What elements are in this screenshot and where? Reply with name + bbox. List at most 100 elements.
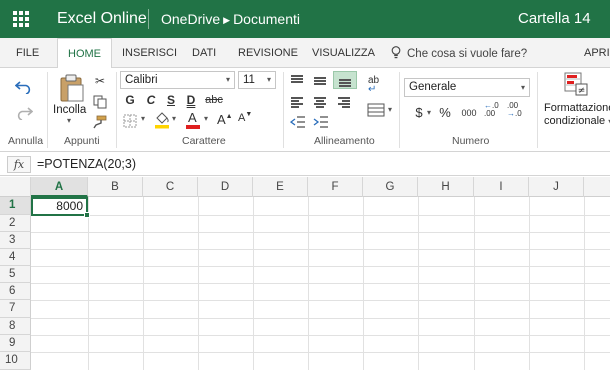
row-header-9[interactable]: 9 [0, 335, 31, 352]
breadcrumb-documenti[interactable]: Documenti [233, 11, 300, 27]
format-painter-icon[interactable] [93, 115, 107, 129]
document-title[interactable]: Cartella 14 [518, 10, 591, 27]
cut-icon[interactable]: ✂ [91, 72, 109, 90]
decrease-decimal-icon[interactable]: .00 →.0 [507, 102, 522, 118]
group-label-allineamento: Allineamento [314, 135, 375, 147]
increase-indent-icon[interactable] [313, 116, 329, 128]
wrap-text-icon[interactable]: ab ↵ [368, 76, 379, 95]
chevron-down-icon: ▾ [225, 75, 230, 84]
align-middle-button[interactable] [312, 74, 328, 88]
paste-dropdown-icon: ▾ [67, 116, 72, 125]
gridline [143, 197, 144, 370]
column-header-j[interactable]: J [529, 177, 584, 197]
paste-label: Incolla [53, 104, 87, 116]
column-header-d[interactable]: D [198, 177, 253, 197]
strikethrough-button[interactable]: abc [203, 91, 225, 109]
comma-style-button[interactable]: 000 [458, 104, 480, 122]
borders-icon[interactable] [123, 114, 137, 128]
column-header-h[interactable]: H [418, 177, 474, 197]
align-center-button[interactable] [312, 96, 328, 110]
cell-a1[interactable]: 8000 [31, 197, 88, 216]
svg-text:≠: ≠ [578, 86, 586, 96]
formula-input[interactable]: =POTENZA(20;3) [37, 157, 136, 171]
row-header-8[interactable]: 8 [0, 318, 31, 335]
gridline [363, 197, 364, 370]
double-underline-button[interactable]: D [182, 91, 200, 109]
tab-home[interactable]: HOME [57, 38, 112, 69]
currency-button[interactable]: $ [410, 104, 428, 122]
app-launcher-icon[interactable] [13, 11, 29, 27]
merge-icon[interactable] [367, 103, 385, 117]
number-format-select[interactable]: Generale ▾ [404, 78, 530, 97]
align-right-button[interactable] [336, 96, 352, 110]
increase-decimal-icon[interactable]: ←.0.00 [484, 102, 499, 118]
tab-file[interactable]: FILE [16, 38, 39, 68]
tab-visualizza[interactable]: VISUALIZZA [312, 38, 375, 68]
gridline [198, 197, 199, 370]
gridline [31, 300, 610, 301]
fill-handle[interactable] [84, 212, 90, 218]
spreadsheet-grid: A B C D E F G H I J 1 2 3 4 5 6 7 8 9 10… [0, 177, 610, 370]
tab-revisione[interactable]: REVISIONE [238, 38, 298, 68]
gridline [31, 335, 610, 336]
paste-button[interactable]: Incolla ▾ [53, 72, 89, 125]
row-header-6[interactable]: 6 [0, 283, 31, 300]
row-header-2[interactable]: 2 [0, 215, 31, 232]
row-header-7[interactable]: 7 [0, 300, 31, 318]
undo-icon[interactable] [15, 78, 33, 94]
fill-color-icon[interactable] [154, 112, 170, 129]
row-header-1[interactable]: 1 [0, 197, 31, 215]
grow-font-letter: A [217, 112, 226, 127]
row-header-4[interactable]: 4 [0, 249, 31, 266]
font-size-value: 11 [243, 74, 255, 86]
shrink-font-button[interactable]: A▼ [238, 111, 254, 128]
column-header-f[interactable]: F [308, 177, 363, 197]
group-label-annulla: Annulla [8, 135, 44, 147]
percent-button[interactable]: % [436, 104, 454, 122]
grow-font-button[interactable]: A▲ [217, 112, 233, 128]
underline-button[interactable]: S [162, 91, 180, 109]
column-header-e[interactable]: E [253, 177, 308, 197]
redo-icon[interactable] [15, 104, 33, 120]
breadcrumb: OneDrive ▶ Documenti [161, 11, 300, 27]
gridline [474, 197, 475, 370]
column-header-i[interactable]: I [474, 177, 529, 197]
row-header-10[interactable]: 10 [0, 352, 31, 370]
tab-apri[interactable]: APRI [584, 38, 610, 68]
column-header-c[interactable]: C [143, 177, 198, 197]
align-bottom-button[interactable] [333, 71, 357, 89]
breadcrumb-onedrive[interactable]: OneDrive [161, 11, 220, 27]
shrink-arrow-icon: ▼ [245, 111, 253, 118]
bold-button[interactable]: G [121, 91, 139, 109]
conditional-formatting-label-line2: condizionale ▾ [544, 115, 610, 127]
copy-icon[interactable] [93, 95, 107, 109]
column-header-a[interactable]: A [31, 177, 88, 197]
group-divider [116, 72, 117, 148]
decrease-indent-icon[interactable] [290, 116, 306, 128]
font-color-button[interactable]: A [186, 110, 202, 130]
font-size-select[interactable]: 11 ▾ [238, 71, 276, 89]
tab-dati[interactable]: DATI [192, 38, 216, 68]
align-top-button[interactable] [289, 74, 305, 88]
font-name-select[interactable]: Calibri ▾ [120, 71, 235, 89]
borders-dropdown-icon[interactable]: ▾ [141, 114, 145, 123]
conditional-formatting-button[interactable]: ≠ Formattazione condizionale ▾ [542, 72, 610, 132]
select-all-corner[interactable] [0, 177, 31, 197]
breadcrumb-separator-icon: ▶ [223, 15, 231, 25]
currency-dropdown-icon[interactable]: ▾ [427, 108, 431, 117]
tell-me-search[interactable]: Che cosa si vuole fare? [391, 46, 527, 60]
row-header-5[interactable]: 5 [0, 266, 31, 283]
column-header-k[interactable] [584, 177, 610, 197]
fill-color-dropdown-icon[interactable]: ▾ [172, 114, 176, 123]
insert-function-button[interactable]: fx [7, 156, 31, 173]
font-color-dropdown-icon[interactable]: ▾ [204, 114, 208, 123]
column-header-g[interactable]: G [363, 177, 418, 197]
tab-inserisci[interactable]: INSERISCI [122, 38, 177, 68]
group-label-numero: Numero [452, 135, 490, 147]
align-left-button[interactable] [289, 96, 305, 110]
merge-dropdown-icon[interactable]: ▾ [388, 105, 392, 114]
column-header-b[interactable]: B [88, 177, 143, 197]
row-header-3[interactable]: 3 [0, 232, 31, 249]
italic-button[interactable]: C [142, 91, 160, 109]
app-name[interactable]: Excel Online [57, 10, 147, 28]
